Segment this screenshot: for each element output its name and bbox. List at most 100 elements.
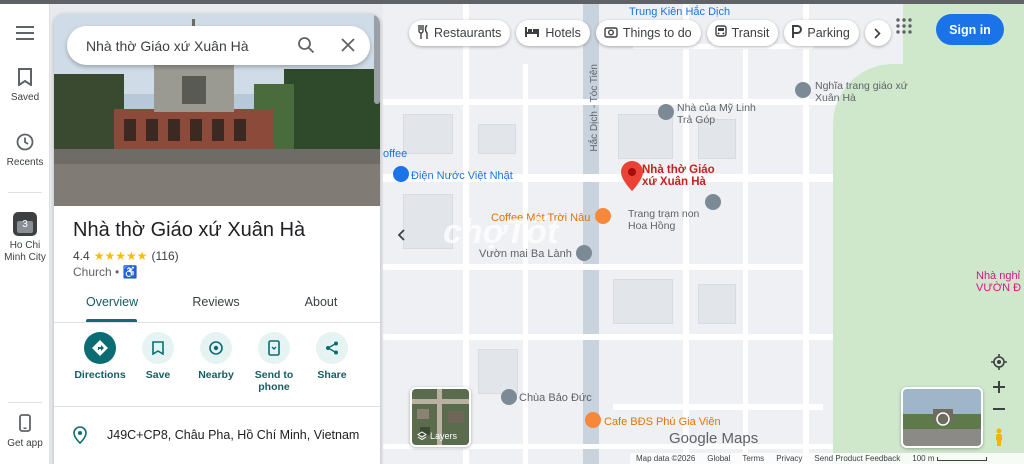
parking-icon [792,25,803,41]
garden-pin-icon[interactable] [576,245,592,261]
recents-button[interactable]: Recents [0,131,50,169]
minus-icon [993,408,1005,410]
map-label-pagoda[interactable]: Chùa Bảo Đức [519,392,592,404]
send-to-phone-label: Send to phone [254,369,294,393]
place-category[interactable]: Church [73,265,112,279]
coffee-pin-icon[interactable] [595,208,611,224]
panel-scrollbar[interactable] [374,14,380,104]
search-input[interactable] [86,37,286,54]
send-to-phone-button[interactable]: Send to phone [244,332,304,393]
terms-link[interactable]: Terms [742,454,764,463]
tab-about[interactable]: About [299,295,343,309]
save-label: Save [145,369,171,381]
pegman-button[interactable] [988,427,1010,447]
chevron-left-icon [397,229,405,241]
directions-label: Directions [74,369,126,381]
cemetery-pin-icon[interactable] [795,82,811,98]
chip-hotels[interactable]: Hotels [516,20,590,46]
chips-next-button[interactable] [864,20,891,46]
saved-button[interactable]: Saved [0,66,50,104]
layers-button[interactable]: Layers [410,387,471,447]
wheelchair-icon: ♿ [122,265,138,279]
hotel-icon [524,26,540,41]
map-label-top-poi[interactable]: Trung Kiên Hắc Dịch [629,6,730,18]
directions-button[interactable]: Directions [70,332,130,381]
share-icon [316,332,348,364]
apps-grid-icon[interactable] [896,18,920,42]
pagoda-pin-icon[interactable] [501,389,517,405]
map-label-shop[interactable]: Nhà của Mỹ Linh Trả Góp [677,102,767,126]
search-icon[interactable] [297,36,315,59]
history-icon [14,131,36,153]
privacy-link[interactable]: Privacy [776,454,802,463]
directions-icon [84,332,116,364]
rating-row: 4.4 ★★★★★ (116) [73,249,179,263]
address-row[interactable]: J49C+CP8, Châu Pha, Hồ Chí Minh, Vietnam [73,426,359,444]
chip-parking[interactable]: Parking [784,20,859,46]
my-location-button[interactable] [988,352,1010,372]
share-button[interactable]: Share [302,332,362,381]
place-panel: Nhà thờ Giáo xứ Xuân Hà 4.4 ★★★★★ (116) … [54,14,380,464]
road [743,34,748,464]
building [478,124,516,154]
recents-label: Recents [6,157,44,168]
place-address: J49C+CP8, Châu Pha, Hồ Chí Minh, Vietnam [107,428,360,442]
road-label: Hắc Dịch - Tóc Tiên [589,64,600,152]
nearby-icon [200,332,232,364]
zoom-in-button[interactable] [988,378,1010,396]
sign-in-button[interactable]: Sign in [936,14,1004,45]
phone-icon [258,332,290,364]
feedback-link[interactable]: Send Product Feedback [814,454,900,463]
recent-place-ho-chi-minh[interactable]: 3 Ho Chi Minh City [0,212,50,264]
selected-place-pin-icon[interactable] [621,161,643,191]
review-count[interactable]: (116) [151,249,178,263]
chevron-right-icon [874,27,881,39]
water-pin-icon[interactable] [393,166,409,182]
chip-transit[interactable]: Transit [706,20,779,46]
rose-pin-icon[interactable] [705,194,721,210]
cafe-pin-icon[interactable] [585,412,601,428]
my-location-icon [991,354,1007,370]
map-footer: Map data ©2026 Global Terms Privacy Send… [630,453,1024,464]
get-app-button[interactable]: Get app [0,412,50,450]
location-pin-icon [73,426,87,444]
tab-overview[interactable]: Overview [86,295,138,309]
close-icon[interactable] [341,38,355,57]
chip-things-to-do[interactable]: Things to do [595,20,701,46]
place-title: Nhà thờ Giáo xứ Xuân Hà [73,219,306,241]
global-link[interactable]: Global [707,454,730,463]
menu-button[interactable] [0,22,50,44]
road [613,404,823,410]
map-label-water[interactable]: Điện Nước Việt Nhật [411,170,513,182]
map-label-right-place[interactable]: Nhà nghỉ VƯỜN Đ [976,270,1024,294]
google-maps-logo: Google Maps [669,430,759,447]
map-label-selected[interactable]: Nhà thờ Giáo xứ Xuân Hà [642,164,722,188]
map-data-text: Map data ©2026 [636,454,696,463]
bookmark-icon [142,332,174,364]
map-label-rose[interactable]: Trang trạm non Hoa Hồng [628,208,704,232]
shop-pin-icon[interactable] [658,104,674,120]
map-label-cafe-bds[interactable]: Cafe BĐS Phú Gia Viên [604,416,721,428]
road [523,64,528,464]
rating-value: 4.4 [73,249,90,263]
nearby-button[interactable]: Nearby [186,332,246,381]
left-rail: Saved Recents 3 Ho Chi Minh City Get app [0,4,50,464]
layers-label-row: Layers [417,431,457,441]
street-view-thumbnail[interactable] [901,387,983,448]
scale-text[interactable]: 100 m [912,454,934,463]
nearby-label: Nearby [198,369,234,381]
zoom-out-button[interactable] [988,400,1010,418]
pegman-icon [996,428,1002,446]
tab-reviews[interactable]: Reviews [189,295,243,309]
transit-icon [714,24,727,42]
building [698,284,736,324]
collapse-panel-button[interactable] [390,221,412,249]
building [618,114,673,159]
save-button[interactable]: Save [128,332,188,381]
map-label-coffee-left[interactable]: offee [383,148,407,160]
scale-bar [936,456,987,461]
recent-place-label: Ho Chi Minh City [4,240,46,263]
chip-restaurants[interactable]: Restaurants [409,20,511,46]
rail-divider [8,192,42,193]
map-label-cemetery[interactable]: Nghĩa trang giáo xứ Xuân Hà [815,80,920,104]
